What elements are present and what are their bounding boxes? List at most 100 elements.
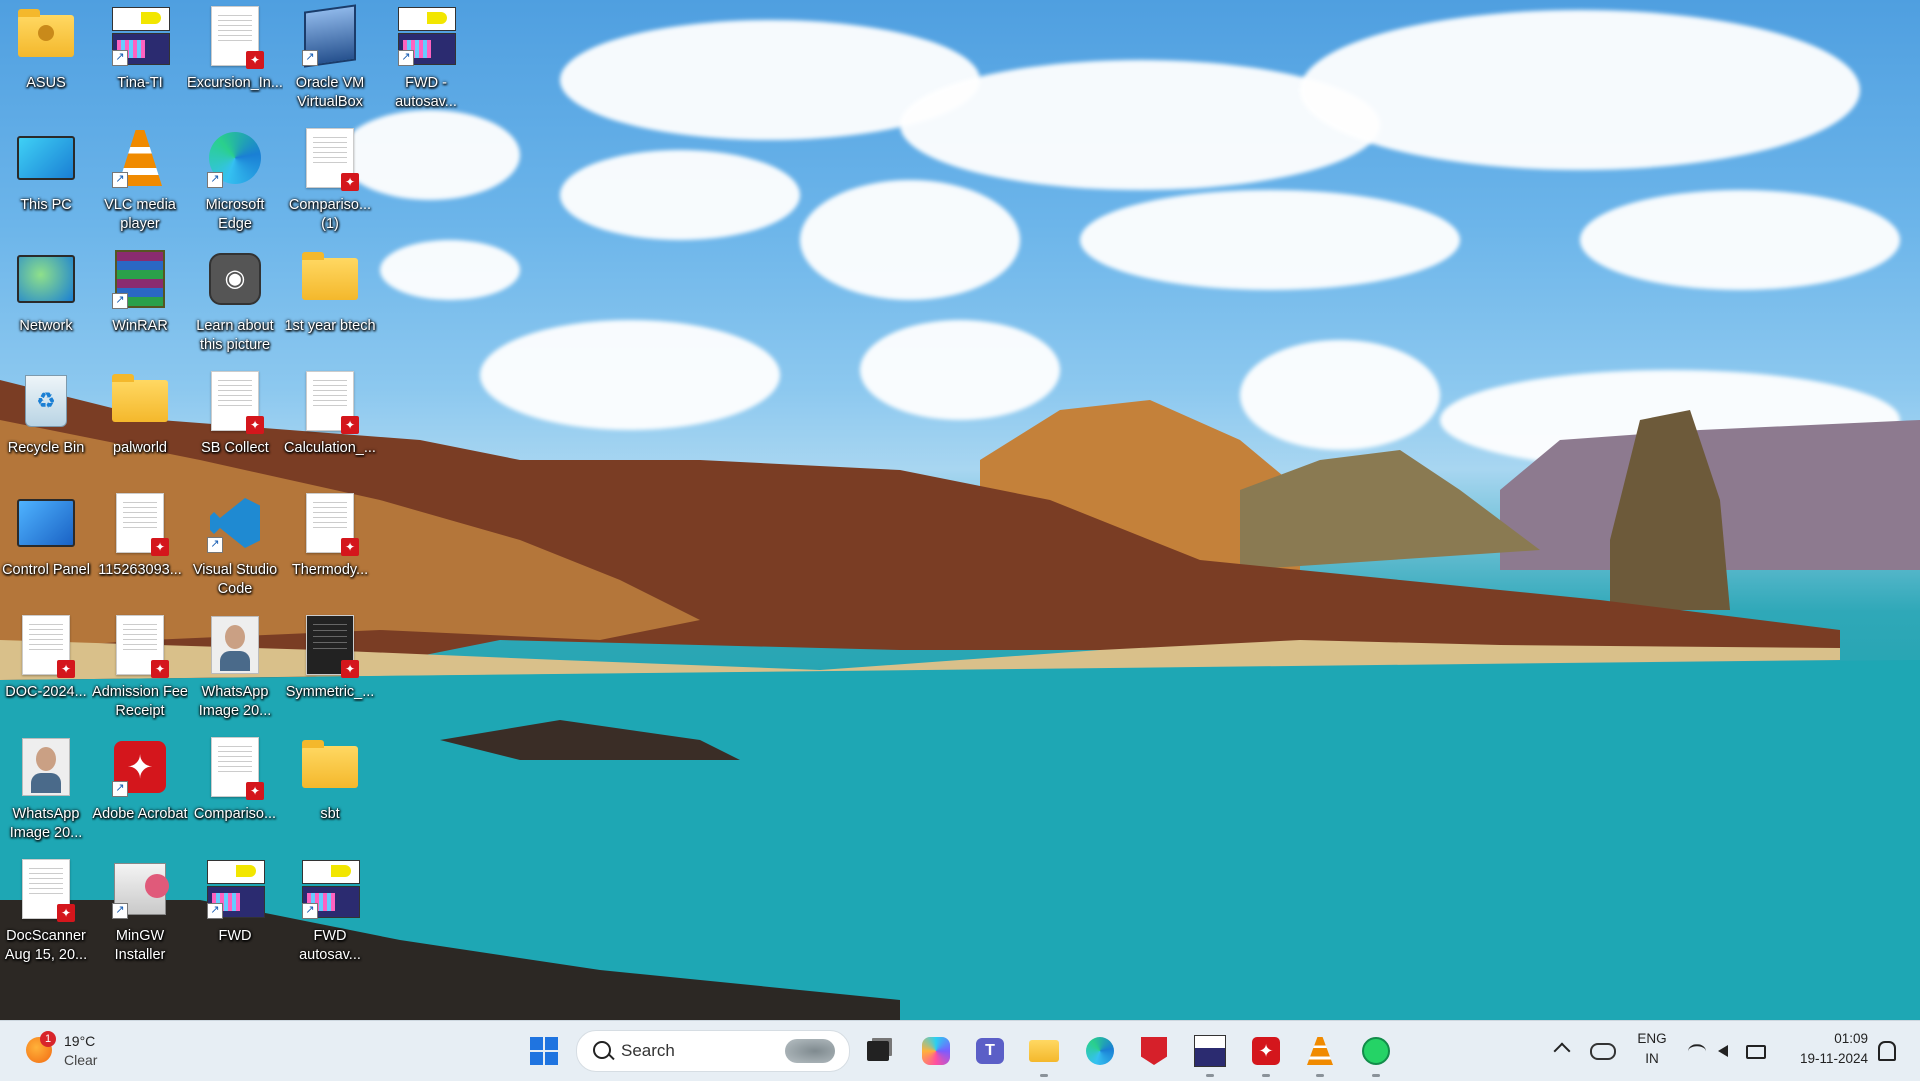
windows-logo-icon [530,1037,558,1065]
shortcut-arrow-icon: ↗ [207,903,223,919]
desktop-icon-image [110,371,170,431]
desktop-icon-image: ✦ [205,737,265,800]
desktop-icon-thermody[interactable]: ✦ Thermody... [284,489,376,607]
clock-time: 01:09 [1834,1031,1868,1046]
quick-settings-button[interactable] [1684,1035,1772,1067]
desktop-icon-calculation[interactable]: ✦ Calculation_... [284,367,376,485]
desktop-icon-fwd-autosav[interactable]: ↗ FWD autosav... [284,855,376,973]
desktop-icon-label: Thermody... [291,562,369,578]
desktop-icon-label: WinRAR [112,318,168,334]
shortcut-arrow-icon: ↗ [112,50,128,66]
notification-bell-icon[interactable] [1878,1041,1896,1061]
desktop-icon-docscanner-aug-15-20[interactable]: ✦ DocScanner Aug 15, 20... [0,855,92,973]
task-view-button[interactable] [858,1031,898,1071]
language-line-1: ENG [1637,1031,1667,1046]
cloud [1080,190,1460,290]
desktop-icon-excursion-in[interactable]: ✦ Excursion_In... [187,2,283,120]
desktop-icon-image: ✦ [16,859,76,922]
desktop-icon-image: ↗ [110,6,170,66]
desktop-icon-image: ✦ [110,493,170,556]
desktop-icon-sb-collect[interactable]: ✦ SB Collect [189,367,281,485]
file-explorer-button[interactable] [1024,1031,1064,1077]
desktop-icon-image: ↗ [396,6,456,66]
clock[interactable]: 01:09 19-11-2024 [1782,1029,1872,1073]
whatsapp-button[interactable] [1356,1031,1396,1077]
desktop-icon-whatsapp-image-20[interactable]: WhatsApp Image 20... [189,611,281,729]
desktop-icon-label: Oracle VM VirtualBox [295,75,365,110]
weather-widget[interactable]: 1 19°C Clear [24,1029,114,1073]
cloud [800,180,1020,300]
desktop-icon-visual-studio-code[interactable]: ↗ Visual Studio Code [189,489,281,607]
desktop-icon-image [300,737,360,797]
desktop-icon-compariso-1[interactable]: ✦ Compariso... (1) [284,124,376,242]
mcafee-icon [1141,1037,1167,1065]
desktop-icon-label: FWD autosav... [299,928,361,963]
desktop-icon-label: Learn about this picture [196,318,274,353]
mcafee-button[interactable] [1134,1031,1174,1071]
desktop-icon-oracle-vm-virtualbox[interactable]: ↗ Oracle VM VirtualBox [284,2,376,120]
desktop-icon-image [16,6,76,66]
desktop-icon-1st-year-btech[interactable]: 1st year btech [284,245,376,363]
desktop-icon-whatsapp-image-20[interactable]: WhatsApp Image 20... [0,733,92,851]
edge-icon [1086,1037,1114,1065]
shortcut-arrow-icon: ↗ [112,293,128,309]
desktop-icon-recycle-bin[interactable]: ♻ Recycle Bin [0,367,92,485]
desktop-icon-palworld[interactable]: palworld [94,367,186,485]
desktop-icon-115263093[interactable]: ✦ 115263093... [94,489,186,607]
desktop-icon-microsoft-edge[interactable]: ↗ Microsoft Edge [189,124,281,242]
fwd-button[interactable] [1190,1031,1230,1077]
desktop-icon-label: FWD - autosav... [395,75,457,110]
copilot-icon [922,1037,950,1065]
cloud [1580,190,1900,290]
desktop-wallpaper: ASUS ↗ Tina-TI ✦ Excursion_In... ↗ Oracle VM V… [0,0,1920,1020]
desktop-icon-doc-2024[interactable]: ✦ DOC-2024... [0,611,92,729]
desktop-icon-mingw-installer[interactable]: ↗ MinGW Installer [94,855,186,973]
file-explorer-icon [1029,1040,1059,1062]
desktop-icon-learn-about-this-picture[interactable]: ◉ Learn about this picture [189,245,281,363]
taskbar-search[interactable]: Search [576,1030,850,1072]
desktop-icon-compariso[interactable]: ✦ Compariso... [189,733,281,851]
language-indicator[interactable]: ENG IN [1634,1031,1670,1071]
running-indicator [1316,1074,1324,1077]
desktop-icon-label: MinGW Installer [114,928,166,963]
pdf-file-icon: ✦ [116,615,169,678]
shortcut-arrow-icon: ↗ [302,50,318,66]
desktop-icon-admission-fee-receipt[interactable]: ✦ Admission Fee Receipt [92,611,188,729]
shortcut-arrow-icon: ↗ [302,903,318,919]
desktop-icon-image: ↗ [300,859,360,919]
desktop-icon-sbt[interactable]: sbt [284,733,376,851]
desktop-icon-image: ↗ [205,859,265,919]
desktop-icon-symmetric[interactable]: ✦ Symmetric_... [284,611,376,729]
desktop-icon-image [16,493,76,553]
show-hidden-icons-button[interactable] [1552,1039,1572,1060]
desktop-icon-network[interactable]: Network [0,245,92,363]
weather-temp: 19°C [64,1033,96,1049]
desktop-icon-image: ✦ [205,371,265,434]
vlc-button[interactable] [1300,1031,1340,1077]
desktop-icon-this-pc[interactable]: This PC [0,124,92,242]
whatsapp-icon [1362,1037,1390,1065]
desktop-icon-label: ASUS [26,75,66,91]
desktop-icon-vlc-media-player[interactable]: ↗ VLC media player [94,124,186,242]
onedrive-icon[interactable] [1590,1043,1616,1060]
desktop-icon-label: Calculation_... [284,440,376,456]
desktop-icon-control-panel[interactable]: Control Panel [0,489,92,607]
acrobat-button[interactable]: ✦ [1246,1031,1286,1077]
pdf-file-icon: ✦ [306,128,359,191]
desktop-icon-fwd[interactable]: ↗ FWD [189,855,281,973]
shortcut-arrow-icon: ↗ [398,50,414,66]
copilot-button[interactable] [916,1031,956,1071]
desktop-icon-fwd-autosav[interactable]: ↗ FWD - autosav... [380,2,472,120]
desktop-icon-adobe-acrobat[interactable]: ✦ ↗ Adobe Acrobat [92,733,188,851]
desktop-icon-winrar[interactable]: ↗ WinRAR [94,245,186,363]
desktop-icon-label: 115263093... [98,562,182,578]
teams-button[interactable]: T [970,1031,1010,1071]
edge-button[interactable] [1080,1031,1120,1071]
desktop-icon-image [300,249,360,309]
desktop-icon-tina-ti[interactable]: ↗ Tina-TI [94,2,186,120]
teams-icon: T [976,1038,1004,1064]
start-button[interactable] [524,1031,564,1071]
desktop-icon-label: Excursion_In... [187,75,283,91]
desktop-icon-asus[interactable]: ASUS [0,2,92,120]
pdf-file-icon: ✦ [22,859,75,922]
